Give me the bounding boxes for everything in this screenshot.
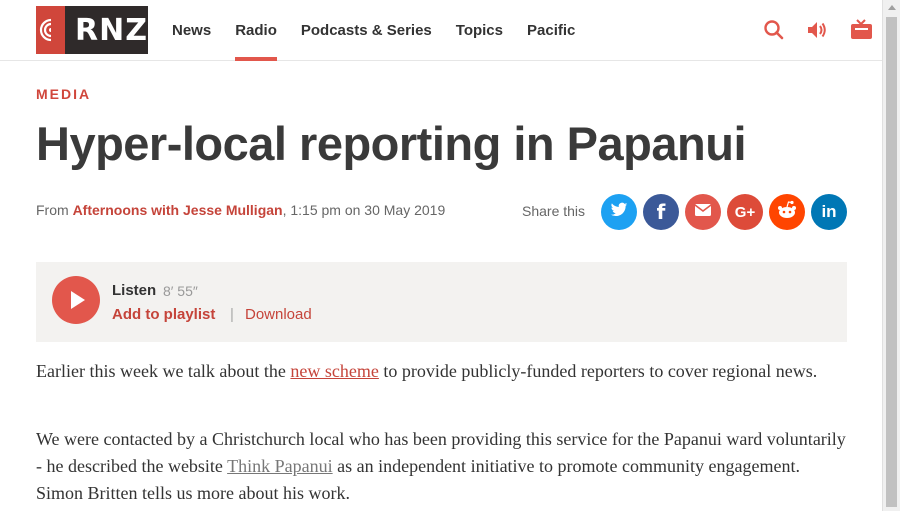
nav-news[interactable]: News [160,0,223,61]
show-link[interactable]: Afternoons with Jesse Mulligan [73,202,283,218]
audio-player: Listen 8′ 55″ Add to playlist | Download [36,262,847,342]
facebook-icon: f [656,200,666,224]
speaker-icon[interactable] [803,16,831,44]
listen-label: Listen [112,282,157,299]
page-scrollbar[interactable] [882,0,900,511]
body-text: Earlier this week we talk about the [36,361,291,381]
search-icon[interactable] [760,16,788,44]
nav-radio[interactable]: Radio [223,0,289,61]
article-byline: From Afternoons with Jesse Mulligan, 1:1… [36,202,445,218]
nav-podcasts-series[interactable]: Podcasts & Series [289,0,444,61]
site-header: RNZ News Radio Podcasts & Series Topics … [0,0,882,61]
body-paragraph-1: Earlier this week we talk about the new … [36,358,851,385]
email-icon [694,203,712,221]
nav-topics[interactable]: Topics [444,0,515,61]
main-nav: News Radio Podcasts & Series Topics Paci… [160,0,587,61]
play-button[interactable] [52,276,100,324]
new-scheme-link[interactable]: new scheme [290,361,378,381]
body-paragraph-2: We were contacted by a Christchurch loca… [36,426,851,507]
audio-links-separator: | [230,306,234,323]
byline-prefix: From [36,202,69,218]
twitter-share-button[interactable] [601,194,637,230]
linkedin-icon: in [821,202,837,221]
think-papanui-link[interactable]: Think Papanui [227,456,333,476]
nav-pacific[interactable]: Pacific [515,0,587,61]
rnz-logo-mark-icon [36,6,66,54]
share-buttons: f G+ in [601,194,847,230]
body-text: to provide publicly-funded reporters to … [378,361,818,381]
scroll-thumb[interactable] [886,17,897,507]
facebook-share-button[interactable]: f [643,194,679,230]
article-title: Hyper-local reporting in Papanui [36,117,747,170]
add-to-playlist-link[interactable]: Add to playlist [112,306,215,323]
email-share-button[interactable] [685,194,721,230]
download-link[interactable]: Download [245,306,312,323]
scroll-up-arrow-icon[interactable] [888,5,896,10]
rnz-logo[interactable]: RNZ [36,6,148,54]
twitter-icon [610,202,628,222]
google-plus-icon: G+ [734,203,756,221]
audio-duration: 8′ 55″ [163,283,198,299]
google-plus-share-button[interactable]: G+ [727,194,763,230]
tv-icon[interactable] [847,16,875,44]
article-category[interactable]: MEDIA [36,86,91,102]
logo-text: RNZ [75,12,148,48]
reddit-share-button[interactable] [769,194,805,230]
byline-time: , 1:15 pm on 30 May 2019 [282,202,446,218]
linkedin-share-button[interactable]: in [811,194,847,230]
reddit-icon [776,200,798,224]
share-label: Share this [522,203,586,219]
